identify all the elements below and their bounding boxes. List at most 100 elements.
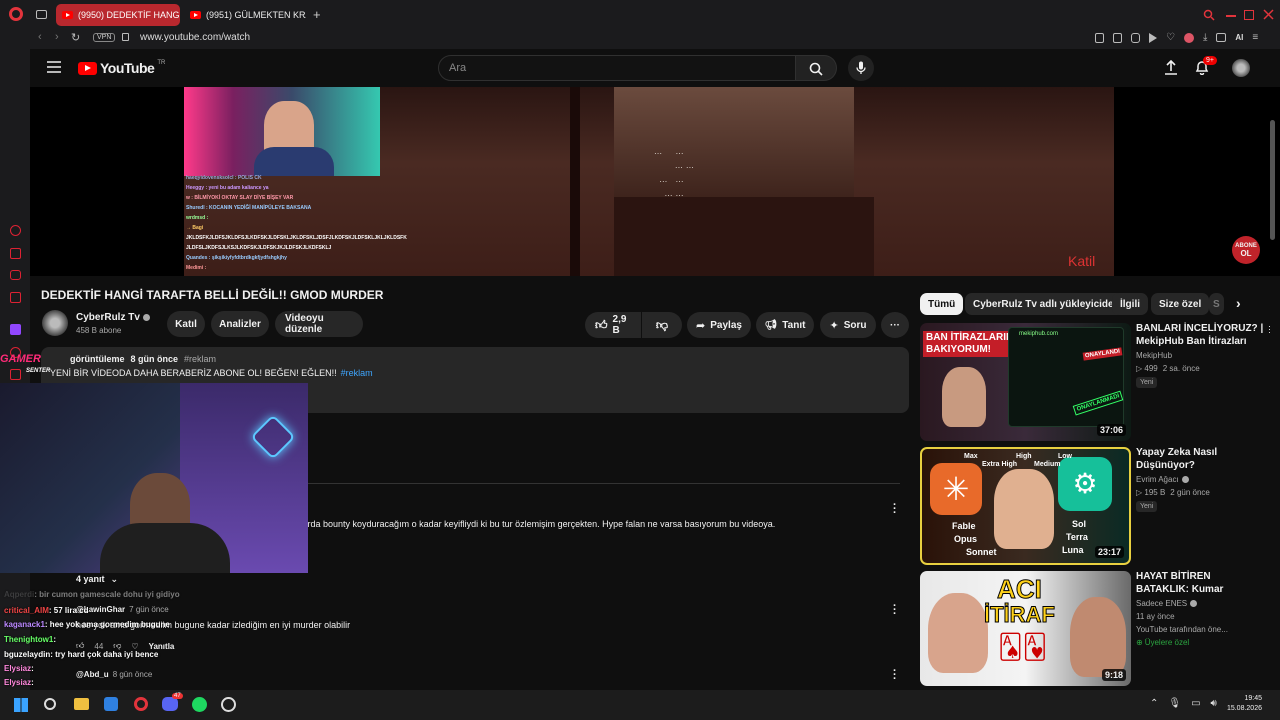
video-thumbnail[interactable]: ✳ ⚙ Max Extra High High Medium Low Fable…: [920, 447, 1131, 565]
tab-active-video[interactable]: (9950) DEDEKTİF HANGİ T: [56, 4, 180, 26]
menu-icon[interactable]: ≡: [1252, 33, 1258, 43]
search-tabs-icon[interactable]: [1203, 9, 1215, 21]
video-scrollbar[interactable]: [1270, 120, 1275, 240]
stream-chat-line: Thenightow1:: [4, 635, 56, 644]
ai-button[interactable]: AI: [1235, 33, 1243, 43]
maximize-button[interactable]: [1244, 10, 1254, 20]
thumbs-up-icon: 👍︎: [595, 317, 608, 332]
spotify-icon[interactable]: [192, 697, 207, 712]
brand-text: GAMER: [0, 353, 41, 365]
sidebar-icon-twitch[interactable]: [10, 324, 21, 335]
vpn-badge[interactable]: VPN: [93, 33, 116, 42]
app-icon[interactable]: [221, 697, 236, 712]
chip-all[interactable]: Tümü: [920, 293, 964, 315]
avatar[interactable]: [1232, 59, 1250, 77]
opera-logo-icon[interactable]: [9, 7, 23, 21]
reload-icon[interactable]: ↻: [71, 31, 80, 44]
more-actions-button[interactable]: ···: [881, 312, 909, 338]
chip-for-you[interactable]: Size özel: [1151, 293, 1210, 315]
video-title[interactable]: Yapay Zeka Nasıl Düşünüyor?: [1136, 446, 1266, 472]
video-thumbnail[interactable]: ACI İTİRAF 🂡︎🂱︎ 9:18: [920, 571, 1131, 686]
forward-icon[interactable]: ›: [55, 31, 59, 43]
overlay-chat-line: wrdmsd :: [186, 215, 209, 221]
thumb-panel: mekiphub.com ONAYLANDI ONAYLANMADI: [1008, 327, 1124, 427]
clock[interactable]: 19:45 15.08.2026: [1226, 694, 1262, 714]
comment-menu-icon[interactable]: · · ·: [893, 500, 897, 519]
chip-from-uploader[interactable]: CyberRulz Tv adlı yükleyiciden: [965, 293, 1128, 315]
video-channel[interactable]: Evrim Ağacı: [1136, 475, 1189, 484]
comment-menu-icon[interactable]: · · ·: [893, 601, 897, 620]
video-title[interactable]: HAYAT BİTİREN BATAKLIK: Kumar: [1136, 570, 1266, 596]
file-explorer-icon[interactable]: [74, 698, 89, 710]
sidebar-icon-bag[interactable]: [10, 248, 21, 259]
download-icon[interactable]: ⤓: [1203, 33, 1207, 43]
promote-button[interactable]: 📢︎ Tanıt: [756, 312, 814, 338]
windows-start-icon[interactable]: [14, 698, 28, 712]
search-button[interactable]: [796, 55, 837, 81]
snapshot-icon[interactable]: [1113, 33, 1122, 43]
chevron-right-icon[interactable]: ›: [1236, 295, 1241, 311]
chat-message: :: [31, 664, 34, 673]
opera-taskbar-icon[interactable]: [134, 697, 148, 711]
comment-age: 8 gün önce: [112, 670, 153, 679]
channel-avatar[interactable]: [42, 310, 68, 336]
network-icon[interactable]: ▭: [1191, 698, 1200, 709]
search-input[interactable]: Ara: [438, 55, 796, 81]
sidebar-icon-history[interactable]: [10, 225, 21, 236]
hamburger-menu-icon[interactable]: [47, 61, 61, 73]
heart-icon[interactable]: ♡: [1166, 33, 1175, 43]
description-line-tag[interactable]: #reklam: [341, 368, 373, 378]
stream-chat-line: bguzelaydin: try hard çok daha iyi bence: [4, 650, 158, 659]
lock-icon: [122, 33, 129, 41]
discord-badge: 47: [172, 693, 183, 699]
play-icon[interactable]: [1149, 33, 1157, 43]
video-player[interactable]: ⋯ ⋯ ⋯⋯ ⋯ ⋯ ⋯⋯ Katil haeqyidovensksolcl :…: [30, 87, 1280, 276]
back-icon[interactable]: ‹: [38, 31, 42, 43]
minimize-button[interactable]: [1226, 15, 1236, 17]
channel-name[interactable]: CyberRulz Tv: [76, 312, 150, 323]
chip-related[interactable]: İlgili: [1112, 293, 1148, 315]
tab-workspace-icon[interactable]: [36, 10, 47, 19]
upload-icon[interactable]: [1164, 60, 1178, 75]
wallet-icon[interactable]: [1216, 33, 1227, 42]
video-thumbnail[interactable]: BAN İTİRAZLARINA BAKIYORUM! mekiphub.com…: [920, 323, 1131, 441]
edit-video-button[interactable]: Videoyu düzenle: [275, 311, 363, 337]
address-bar: ‹ › ↻ VPN www.youtube.com/watch ♡ ⤓ AI ≡: [0, 29, 1280, 49]
share-button[interactable]: ➦ Paylaş: [687, 312, 751, 338]
microphone-icon[interactable]: 🎙︎: [1168, 698, 1181, 709]
dislike-button[interactable]: 👎︎: [642, 312, 682, 338]
url-field[interactable]: www.youtube.com/watch: [140, 32, 250, 43]
comment-text: tarda bounty koyduracağım o kadar keyifl…: [300, 519, 776, 529]
description-hashtag[interactable]: #reklam: [184, 354, 216, 364]
analytics-button[interactable]: Analizler: [211, 311, 269, 337]
tab-second-video[interactable]: (9951) GÜLMEKTEN KRAM: [184, 4, 306, 26]
new-tab-button[interactable]: +: [313, 7, 321, 22]
card-menu-icon[interactable]: · · ·: [1268, 322, 1271, 337]
join-button[interactable]: Katıl: [167, 311, 205, 337]
sidebar-icon-discord[interactable]: [10, 270, 21, 280]
chat-message: : 57 lira cd: [48, 606, 89, 615]
overlay-chat-line: w : BİLMİYOKİ OKTAY SLAY DİYE BİŞEY VAR: [186, 195, 294, 201]
sidebar-icon-messenger[interactable]: [10, 292, 21, 303]
comment-age: 7 gün önce: [129, 605, 169, 614]
app-icon[interactable]: [104, 697, 118, 711]
close-window-icon[interactable]: [1263, 9, 1274, 20]
comment-menu-icon[interactable]: · · ·: [893, 666, 897, 685]
comment-author-name[interactable]: @Abd_u: [76, 670, 109, 679]
chip-more[interactable]: S: [1209, 293, 1224, 315]
discord-icon[interactable]: [162, 697, 178, 711]
ask-button[interactable]: ✦ Soru: [820, 312, 876, 338]
video-channel[interactable]: MekipHub: [1136, 351, 1172, 360]
voice-search-button[interactable]: [848, 55, 874, 81]
shield-icon[interactable]: [1131, 33, 1140, 43]
replies-toggle[interactable]: 4 yanıt ⌄: [76, 574, 118, 585]
extension-icon[interactable]: [1183, 33, 1194, 43]
search-taskbar-icon[interactable]: [44, 698, 56, 710]
video-channel[interactable]: Sadece ENES: [1136, 599, 1198, 608]
video-title[interactable]: BANLARI İNCELİYORUZ? | MekipHub Ban İtir…: [1136, 322, 1266, 348]
youtube-logo[interactable]: YouTube TR: [78, 60, 165, 76]
like-button[interactable]: 👍︎ 2,9 B: [585, 312, 641, 338]
pin-icon[interactable]: [1095, 33, 1104, 43]
volume-icon[interactable]: 🔊︎: [1211, 698, 1217, 709]
chevron-up-icon[interactable]: ⌃: [1150, 698, 1158, 709]
